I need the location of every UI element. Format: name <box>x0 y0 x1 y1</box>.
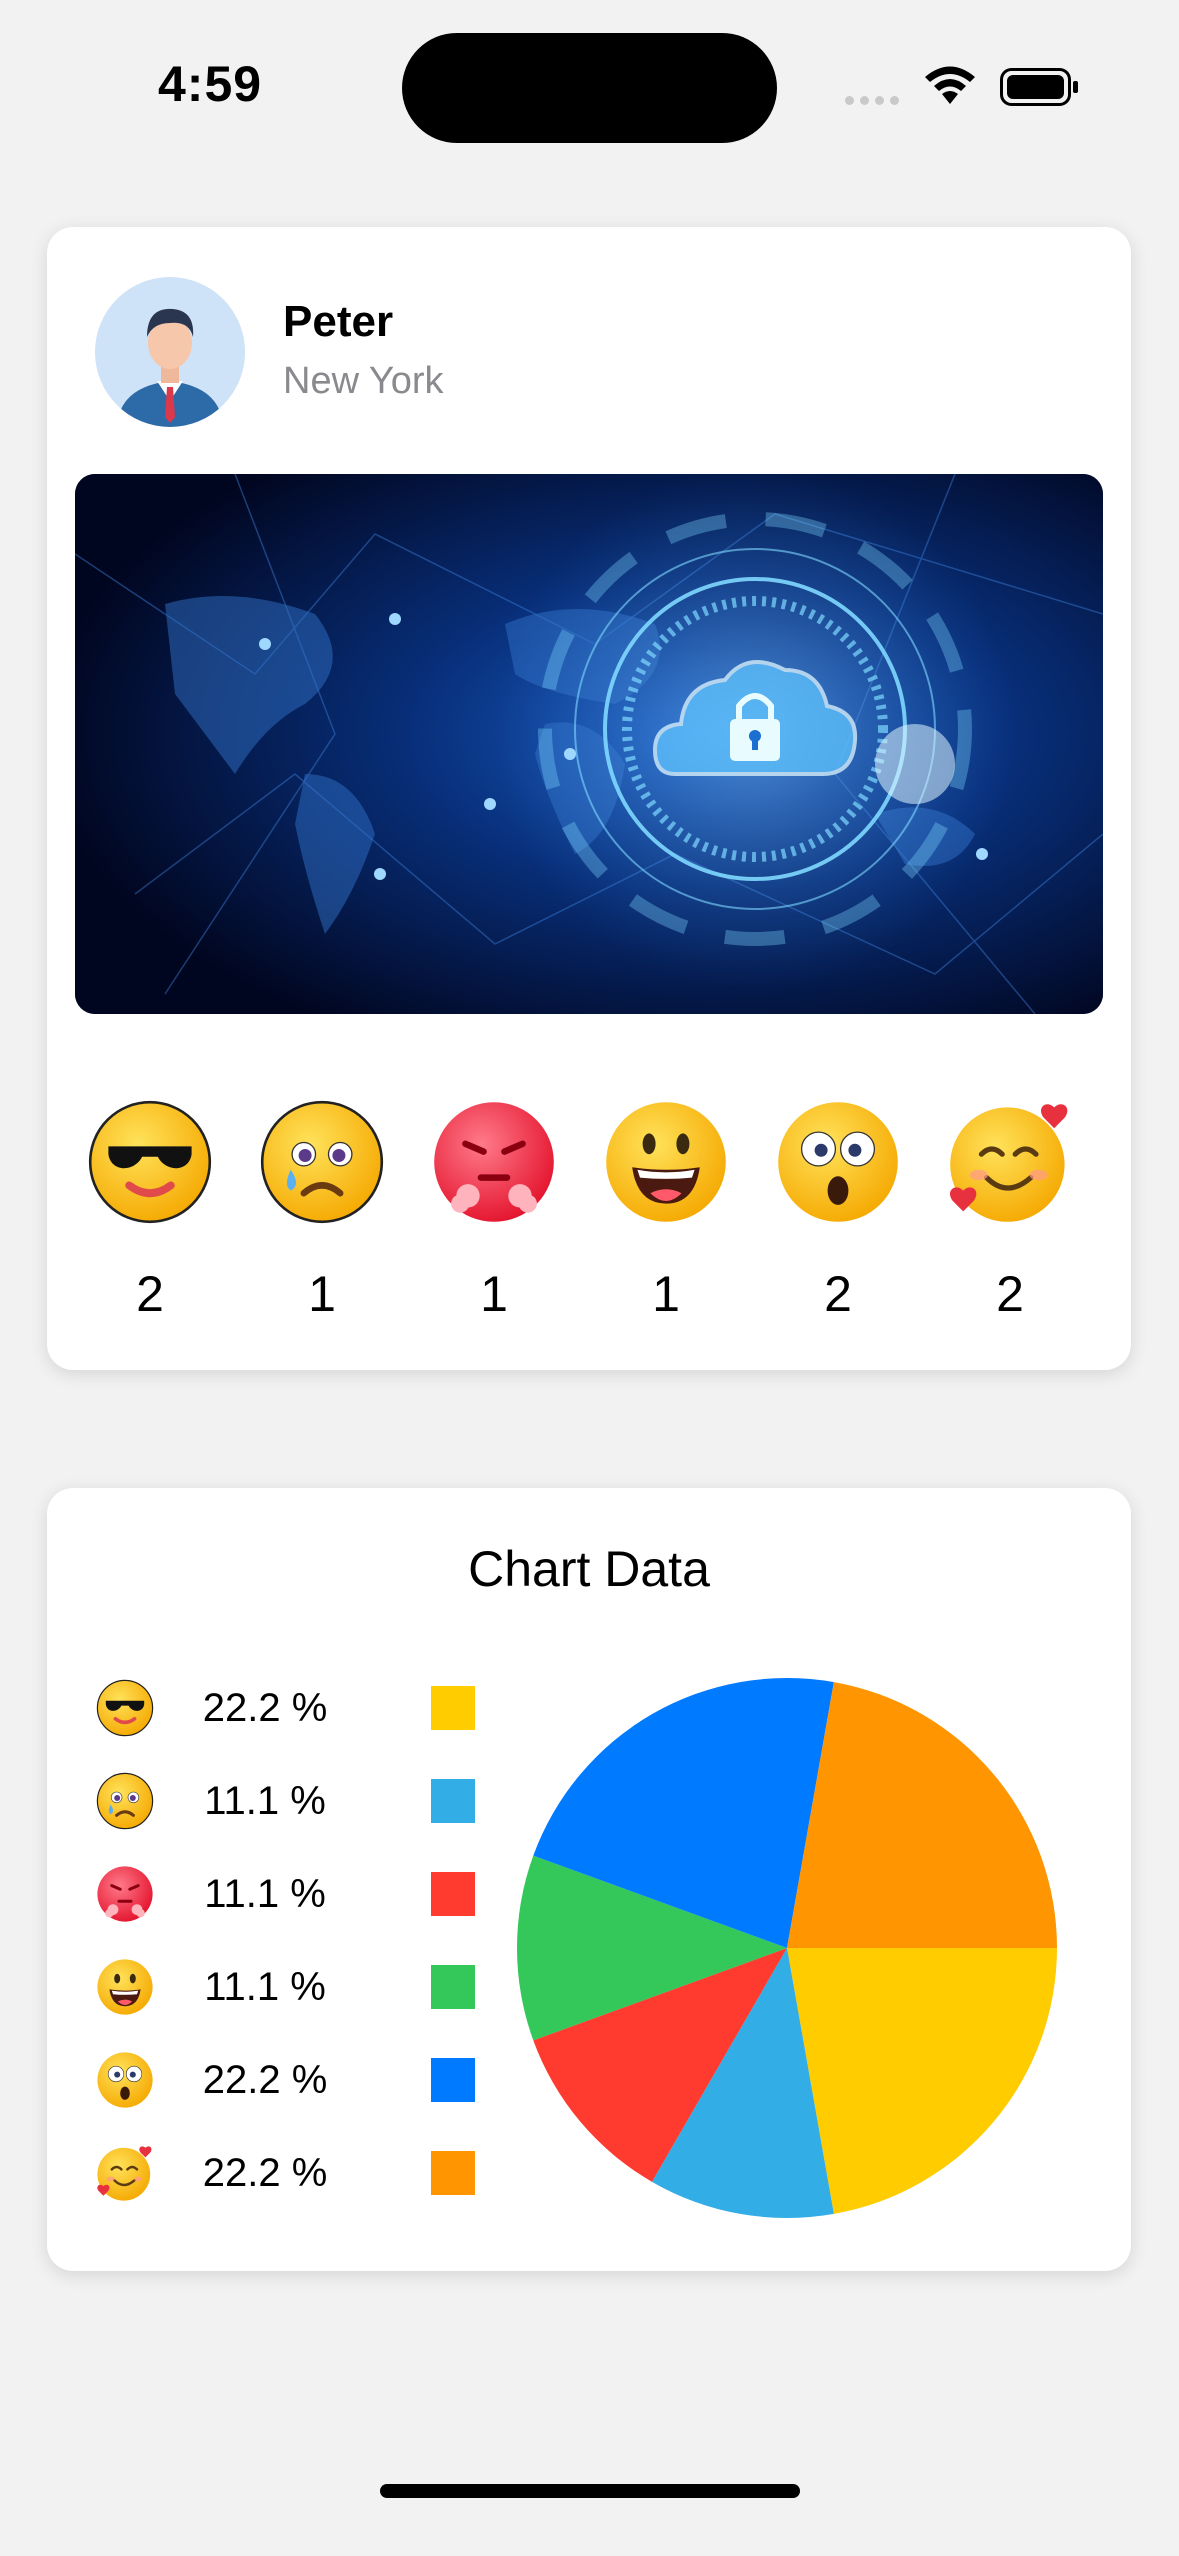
legend-percent: 11.1 % <box>204 1872 326 1916</box>
businessman-avatar-icon <box>95 277 245 427</box>
reaction-count: 1 <box>308 1266 336 1322</box>
grinning-face-emoji-icon <box>95 1957 155 2017</box>
battery-icon <box>1000 68 1078 106</box>
pie-slice-smiling-hearts[interactable] <box>787 1682 1057 1948</box>
crying-face-emoji-icon <box>257 1097 387 1227</box>
sunglasses-emoji-icon <box>95 1678 155 1738</box>
crying-face-emoji-icon <box>95 1771 155 1831</box>
pie-chart[interactable] <box>507 1668 1067 2228</box>
home-indicator[interactable] <box>380 2484 800 2498</box>
user-name[interactable]: Peter <box>283 297 393 347</box>
legend-item: 22.2 % <box>95 1678 495 1738</box>
legend-item: 11.1 % <box>95 1864 495 1924</box>
pie-slice-sunglasses[interactable] <box>787 1948 1057 2214</box>
reaction-sunglasses[interactable]: 2 <box>85 1097 215 1323</box>
grinning-face-emoji-icon <box>601 1097 731 1227</box>
user-location: New York <box>283 360 444 402</box>
status-time: 4:59 <box>158 56 263 112</box>
cloud-security-world-map-image[interactable] <box>75 474 1103 1014</box>
reaction-angry[interactable]: 1 <box>429 1097 559 1323</box>
legend-swatch <box>431 2151 475 2195</box>
reaction-count: 2 <box>136 1266 164 1322</box>
reaction-crying[interactable]: 1 <box>257 1097 387 1323</box>
reaction-bar: 2 1 1 1 2 2 <box>47 1097 1131 1322</box>
legend-item: 22.2 % <box>95 2050 495 2110</box>
smiling-face-with-hearts-emoji-icon <box>95 2143 155 2203</box>
legend-swatch <box>431 1965 475 2009</box>
legend-percent: 22.2 % <box>202 1686 328 1730</box>
dynamic-island <box>402 33 777 143</box>
reaction-smiling-hearts[interactable]: 2 <box>945 1097 1075 1323</box>
avatar[interactable] <box>95 277 245 427</box>
angry-face-emoji-icon <box>95 1864 155 1924</box>
smiling-face-with-hearts-emoji-icon <box>945 1097 1075 1227</box>
reaction-count: 1 <box>652 1266 680 1322</box>
wifi-icon <box>925 66 975 104</box>
legend-percent: 11.1 % <box>204 1779 326 1823</box>
astonished-face-emoji-icon <box>95 2050 155 2110</box>
astonished-face-emoji-icon <box>773 1097 903 1227</box>
legend-swatch <box>431 1686 475 1730</box>
angry-face-emoji-icon <box>429 1097 559 1227</box>
legend-percent: 22.2 % <box>202 2058 328 2102</box>
chart-card: Chart Data 22.2 % 11.1 % 11.1 % 11.1 % 2… <box>47 1488 1131 2271</box>
legend-swatch <box>431 2058 475 2102</box>
reaction-grinning[interactable]: 1 <box>601 1097 731 1323</box>
post-card: Peter New York 2 1 1 1 2 2 <box>47 227 1131 1370</box>
reaction-count: 1 <box>480 1266 508 1322</box>
reaction-count: 2 <box>824 1266 852 1322</box>
reaction-astonished[interactable]: 2 <box>773 1097 903 1323</box>
legend-swatch <box>431 1872 475 1916</box>
legend-item: 11.1 % <box>95 1957 495 2017</box>
chart-title: Chart Data <box>468 1541 710 1597</box>
legend-percent: 22.2 % <box>202 2151 328 2195</box>
cellular-signal-icon <box>845 96 899 105</box>
legend-item: 22.2 % <box>95 2143 495 2203</box>
legend-swatch <box>431 1779 475 1823</box>
legend-percent: 11.1 % <box>204 1965 326 2009</box>
legend-item: 11.1 % <box>95 1771 495 1831</box>
sunglasses-emoji-icon <box>85 1097 215 1227</box>
reaction-count: 2 <box>996 1266 1024 1322</box>
